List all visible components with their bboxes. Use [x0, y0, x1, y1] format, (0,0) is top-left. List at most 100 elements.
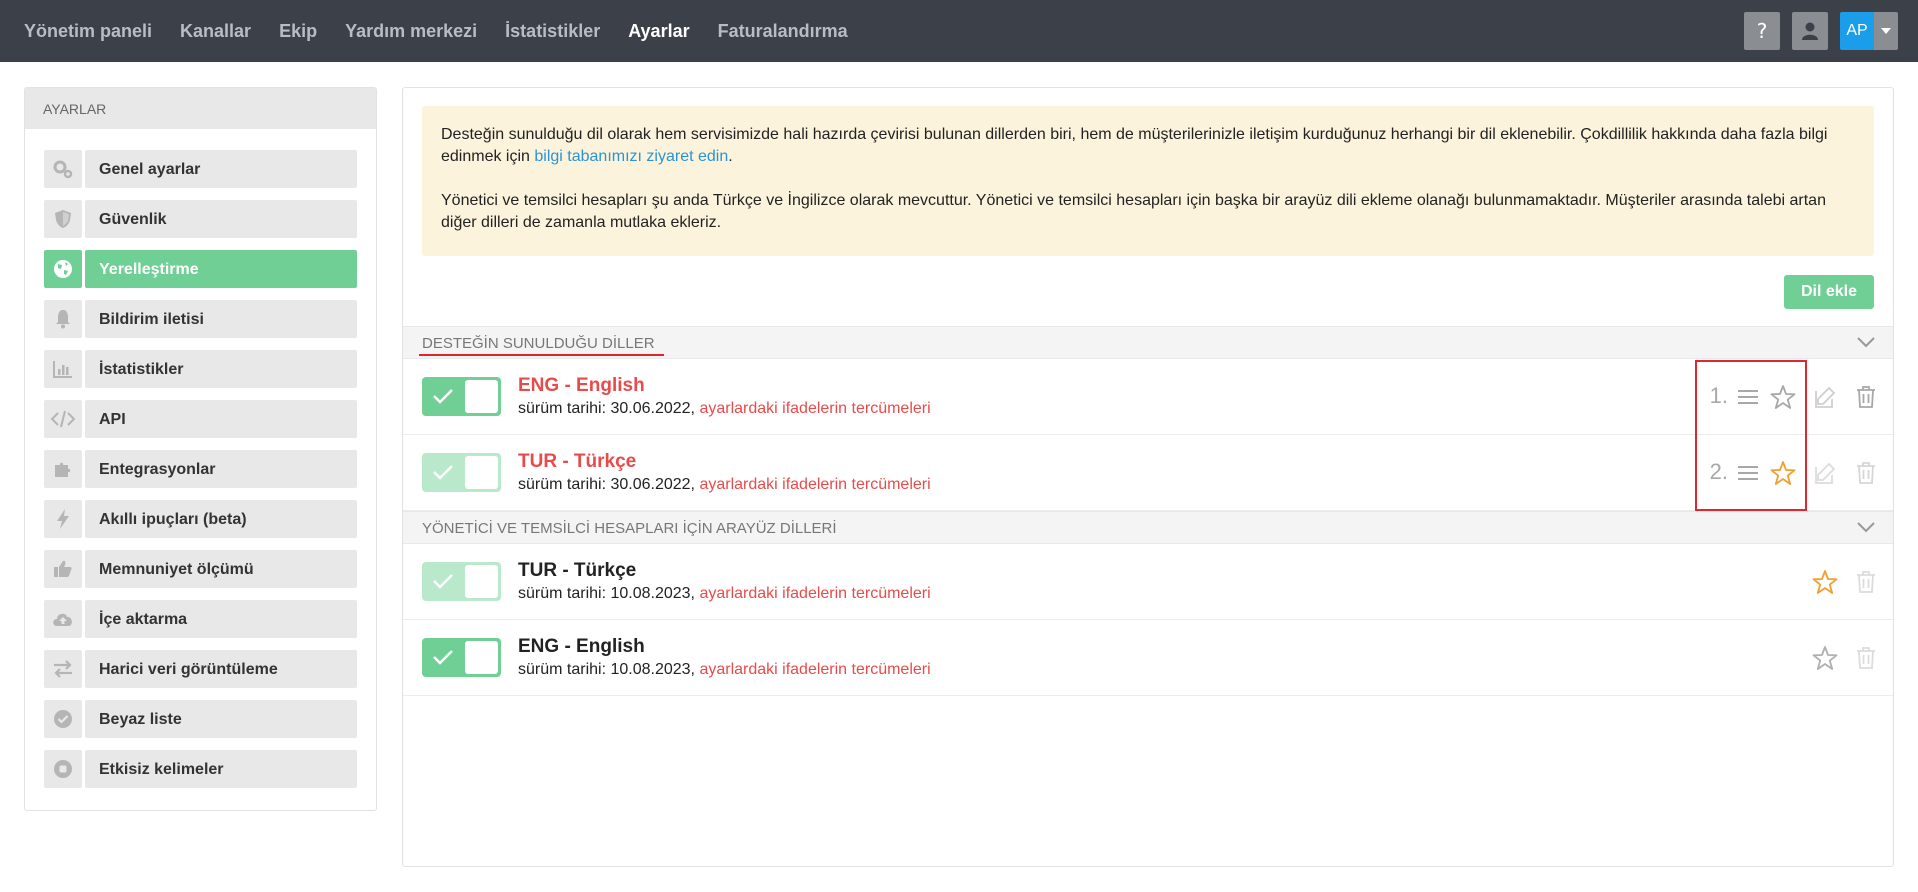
stop-circle-icon — [44, 750, 82, 788]
nav-item-help-center[interactable]: Yardım merkezi — [345, 21, 477, 42]
sidebar-item-label: İçe aktarma — [85, 600, 357, 638]
translations-link[interactable]: ayarlardaki ifadelerin tercümeleri — [699, 585, 930, 602]
sidebar-item-import[interactable]: İçe aktarma — [44, 600, 357, 638]
edit-icon[interactable] — [1810, 382, 1840, 412]
sidebar-item-label: Beyaz liste — [85, 700, 357, 738]
help-button[interactable]: ? — [1744, 12, 1780, 50]
sidebar-item-satisfaction[interactable]: Memnuniyet ölçümü — [44, 550, 357, 588]
trash-icon[interactable] — [1851, 643, 1881, 673]
support-languages-header[interactable]: DESTEĞİN SUNULDUĞU DİLLER — [403, 326, 1893, 359]
code-icon — [44, 400, 82, 438]
settings-sidebar: AYARLAR Genel ayarlar Güvenlik Yerelleşt… — [24, 87, 377, 811]
toggle-knob — [465, 565, 498, 598]
top-right-controls: ? AP — [1744, 12, 1898, 50]
avatar[interactable]: AP — [1840, 12, 1874, 50]
bell-icon — [44, 300, 82, 338]
nav-item-billing[interactable]: Faturalandırma — [718, 21, 848, 42]
sidebar-item-smart-tips[interactable]: Akıllı ipuçları (beta) — [44, 500, 357, 538]
interface-languages-header[interactable]: YÖNETİCİ VE TEMSİLCİ HESAPLARI İÇİN ARAY… — [403, 511, 1893, 544]
shield-icon — [44, 200, 82, 238]
sidebar-item-localization[interactable]: Yerelleştirme — [44, 250, 357, 288]
star-active-icon[interactable] — [1810, 567, 1840, 597]
sidebar-item-label: API — [85, 400, 357, 438]
support-language-row-tur: TUR - Türkçe sürüm tarihi: 30.06.2022, a… — [403, 435, 1893, 511]
nav-item-settings[interactable]: Ayarlar — [628, 21, 689, 42]
info-notice: Desteğin sunulduğu dil olarak hem servis… — [422, 106, 1874, 256]
sidebar-item-external-data[interactable]: Harici veri görüntüleme — [44, 650, 357, 688]
trash-icon[interactable] — [1851, 458, 1881, 488]
knowledge-base-link[interactable]: bilgi tabanımızı ziyaret edin — [534, 148, 728, 165]
release-date: sürüm tarihi: 10.08.2023, — [518, 585, 700, 602]
language-name[interactable]: TUR - Türkçe — [518, 451, 636, 473]
svg-text:?: ? — [1757, 20, 1768, 42]
account-menu[interactable]: AP — [1840, 12, 1898, 50]
section-title: DESTEĞİN SUNULDUĞU DİLLER — [422, 335, 655, 352]
language-toggle[interactable] — [422, 453, 501, 492]
toggle-knob — [465, 380, 498, 413]
sidebar-item-security[interactable]: Güvenlik — [44, 200, 357, 238]
sidebar-menu: Genel ayarlar Güvenlik Yerelleştirme Bil… — [25, 129, 376, 788]
sidebar-item-stopwords[interactable]: Etkisiz kelimeler — [44, 750, 357, 788]
star-outline-icon[interactable] — [1768, 382, 1798, 412]
release-date: sürüm tarihi: 10.08.2023, — [518, 661, 700, 678]
sidebar-item-label: Akıllı ipuçları (beta) — [85, 500, 357, 538]
lightning-icon — [44, 500, 82, 538]
exchange-icon — [44, 650, 82, 688]
question-icon: ? — [1757, 20, 1768, 42]
trash-icon[interactable] — [1851, 382, 1881, 412]
main-nav: Yönetim paneli Kanallar Ekip Yardım merk… — [24, 0, 876, 62]
nav-item-statistics[interactable]: İstatistikler — [505, 21, 600, 42]
language-toggle[interactable] — [422, 638, 501, 677]
translations-link[interactable]: ayarlardaki ifadelerin tercümeleri — [699, 400, 930, 417]
sidebar-item-label: Güvenlik — [85, 200, 357, 238]
language-name[interactable]: ENG - English — [518, 375, 645, 397]
notice-paragraph-1: Desteğin sunulduğu dil olarak hem servis… — [441, 124, 1855, 168]
notice-paragraph-2: Yönetici ve temsilci hesapları şu anda T… — [441, 192, 1826, 231]
chevron-down-icon[interactable] — [1857, 336, 1875, 348]
language-release-info: sürüm tarihi: 10.08.2023, ayarlardaki if… — [518, 585, 931, 603]
sidebar-item-label: Etkisiz kelimeler — [85, 750, 357, 788]
translations-link[interactable]: ayarlardaki ifadelerin tercümeleri — [699, 661, 930, 678]
sidebar-item-statistics[interactable]: İstatistikler — [44, 350, 357, 388]
release-date: sürüm tarihi: 30.06.2022, — [518, 476, 700, 493]
drag-handle-icon[interactable] — [1733, 458, 1763, 488]
language-toggle[interactable] — [422, 377, 501, 416]
localization-panel: Desteğin sunulduğu dil olarak hem servis… — [402, 87, 1894, 867]
top-navbar: Yönetim paneli Kanallar Ekip Yardım merk… — [0, 0, 1918, 62]
star-outline-icon[interactable] — [1810, 643, 1840, 673]
translations-link[interactable]: ayarlardaki ifadelerin tercümeleri — [699, 476, 930, 493]
notice-text-end: . — [728, 148, 733, 165]
puzzle-icon — [44, 450, 82, 488]
nav-item-dashboard[interactable]: Yönetim paneli — [24, 21, 152, 42]
chevron-down-icon[interactable] — [1874, 12, 1898, 50]
language-release-info: sürüm tarihi: 30.06.2022, ayarlardaki if… — [518, 476, 931, 494]
edit-icon[interactable] — [1810, 458, 1840, 488]
drag-handle-icon[interactable] — [1733, 382, 1763, 412]
add-language-button[interactable]: Dil ekle — [1784, 275, 1874, 309]
sidebar-item-label: Harici veri görüntüleme — [85, 650, 357, 688]
chevron-down-icon[interactable] — [1857, 521, 1875, 533]
check-icon — [433, 465, 453, 480]
sidebar-item-label: Genel ayarlar — [85, 150, 357, 188]
sidebar-item-label: Memnuniyet ölçümü — [85, 550, 357, 588]
sidebar-item-whitelist[interactable]: Beyaz liste — [44, 700, 357, 738]
interface-language-row-eng: ENG - English sürüm tarihi: 10.08.2023, … — [403, 620, 1893, 696]
nav-item-team[interactable]: Ekip — [279, 21, 317, 42]
toggle-knob — [465, 641, 498, 674]
star-active-icon[interactable] — [1768, 458, 1798, 488]
sidebar-item-notification[interactable]: Bildirim iletisi — [44, 300, 357, 338]
cloud-upload-icon — [44, 600, 82, 638]
language-name: ENG - English — [518, 636, 645, 657]
language-toggle[interactable] — [422, 562, 501, 601]
nav-item-channels[interactable]: Kanallar — [180, 21, 251, 42]
order-number: 2. — [1709, 459, 1728, 484]
user-icon — [1802, 22, 1818, 40]
profile-button[interactable] — [1792, 12, 1828, 50]
sidebar-item-general[interactable]: Genel ayarlar — [44, 150, 357, 188]
trash-icon[interactable] — [1851, 567, 1881, 597]
sidebar-header: AYARLAR — [25, 88, 376, 129]
sidebar-item-integrations[interactable]: Entegrasyonlar — [44, 450, 357, 488]
sidebar-item-api[interactable]: API — [44, 400, 357, 438]
support-language-row-eng: ENG - English sürüm tarihi: 30.06.2022, … — [403, 359, 1893, 435]
sidebar-item-label: Yerelleştirme — [85, 250, 357, 288]
